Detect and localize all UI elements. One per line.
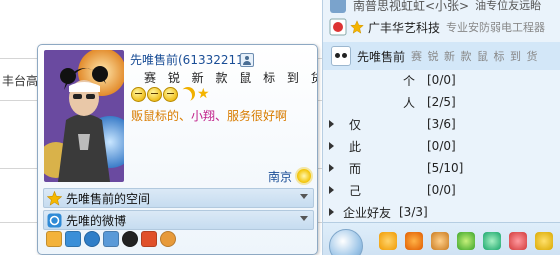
qzone-star-icon xyxy=(47,190,62,206)
group-name: 个 xyxy=(403,73,416,88)
profile-popup-card: 先唯售前(61332211) 赛 锐 新 款 鼠 标 到 货 ★ 贩鼠标的、小翔… xyxy=(37,44,318,255)
home-icon[interactable] xyxy=(141,231,157,247)
phone-icon[interactable] xyxy=(103,231,119,247)
sun-level-icon xyxy=(131,87,146,102)
star-level-icon: ★ xyxy=(197,86,210,102)
group-row[interactable]: 人 [2/5] xyxy=(323,92,560,112)
contact-signature: 赛 锐 新 款 鼠 标 到 货 xyxy=(411,50,539,63)
browser-icon[interactable] xyxy=(509,232,527,250)
group-name: 人 xyxy=(403,95,416,110)
group-name: 企业好友 xyxy=(343,205,392,220)
contact-signature: 油专位友远眙 xyxy=(475,0,542,12)
bottom-app-bar xyxy=(323,222,560,255)
sun-level-icon xyxy=(163,87,178,102)
chevron-down-icon[interactable] xyxy=(300,194,308,199)
group-name: 仅 xyxy=(349,117,362,132)
pet-icon[interactable] xyxy=(431,232,449,250)
group-count: [2/5] xyxy=(427,95,456,109)
group-count: [3/6] xyxy=(427,117,456,131)
contact-name: 南普思视虹虹<小张> xyxy=(353,0,470,13)
group-row[interactable]: 个 [0/0] xyxy=(323,70,560,90)
background-text: 丰台高 xyxy=(2,74,39,88)
contact-name: 广丰华艺科技 xyxy=(368,20,441,35)
contact-avatar-icon xyxy=(330,0,346,13)
penguin-icon[interactable] xyxy=(122,231,138,247)
profile-photo xyxy=(44,50,124,182)
nickname-link[interactable]: 先唯售前(61332211) xyxy=(130,51,248,68)
contact-row[interactable]: 广丰华艺科技 专业安防弱电工程器 xyxy=(323,15,560,39)
main-menu-button[interactable] xyxy=(329,229,363,255)
profile-icon[interactable] xyxy=(240,53,254,67)
profile-toolbar xyxy=(46,231,176,247)
qq-mail-icon[interactable] xyxy=(65,231,81,247)
group-count: [3/3] xyxy=(399,205,428,219)
group-row[interactable]: 而 [5/10] xyxy=(323,158,560,178)
expand-arrow-icon xyxy=(329,120,334,128)
check-shield-icon[interactable] xyxy=(379,232,397,250)
company-logo-icon xyxy=(329,18,347,36)
signature-part: 贩鼠标的、 xyxy=(131,109,192,123)
moon-level-icon xyxy=(181,87,195,101)
sun-level-icon xyxy=(147,87,162,102)
expand-arrow-icon xyxy=(329,142,334,150)
group-row[interactable]: 企业好友 [3/3] xyxy=(323,202,560,222)
buddy-list-panel: 南普思视虹虹<小张> 油专位友远眙 广丰华艺科技 专业安防弱电工程器 先唯售前 … xyxy=(322,0,560,255)
qzone-link[interactable]: 先唯售前的空间 xyxy=(66,190,150,207)
swirl-icon[interactable] xyxy=(457,232,475,250)
qzone-icon[interactable] xyxy=(46,231,62,247)
signature-part: 小翔、 xyxy=(191,109,228,123)
chevron-down-icon[interactable] xyxy=(300,216,308,221)
group-count: [0/0] xyxy=(427,139,456,153)
play-icon[interactable] xyxy=(483,232,501,250)
group-row[interactable]: 此 [0/0] xyxy=(323,136,560,156)
expand-arrow-icon xyxy=(329,186,334,194)
group-count: [0/0] xyxy=(427,183,456,197)
weibo-icon xyxy=(47,213,62,227)
level-icons: ★ xyxy=(131,87,210,102)
pai-icon[interactable] xyxy=(84,231,100,247)
group-count: [0/0] xyxy=(427,73,456,87)
status-slogan: 赛 锐 新 款 鼠 标 到 货 xyxy=(144,71,318,85)
expand-arrow-icon xyxy=(329,208,334,216)
qzone-link-row[interactable]: 先唯售前的空间 xyxy=(43,188,314,208)
signature-part: 服务很好啊 xyxy=(227,109,288,123)
group-name: 而 xyxy=(349,161,362,176)
shield-icon[interactable] xyxy=(535,232,553,250)
pet-icon[interactable] xyxy=(160,231,176,247)
contact-signature: 专业安防弱电工程器 xyxy=(446,21,546,34)
contact-name: 先唯售前 xyxy=(357,49,406,64)
penguin-icon[interactable] xyxy=(405,232,423,250)
group-row[interactable]: 仅 [3/6] xyxy=(323,114,560,134)
personal-signature: 贩鼠标的、小翔、服务很好啊 xyxy=(131,107,287,124)
star-icon xyxy=(350,20,364,34)
weibo-link[interactable]: 先唯的微博 xyxy=(66,212,126,229)
weibo-link-row[interactable]: 先唯的微博 xyxy=(43,210,314,230)
group-row[interactable]: 己 [0/0] xyxy=(323,180,560,200)
group-count: [5/10] xyxy=(427,161,464,175)
contact-row-selected[interactable]: 先唯售前 赛 锐 新 款 鼠 标 到 货 xyxy=(323,42,560,70)
expand-arrow-icon xyxy=(329,164,334,172)
group-name: 此 xyxy=(349,139,362,154)
group-name: 己 xyxy=(349,183,362,198)
weather-sun-icon xyxy=(297,169,311,183)
city-label: 南京 xyxy=(268,170,293,184)
panda-avatar-icon xyxy=(331,46,351,66)
